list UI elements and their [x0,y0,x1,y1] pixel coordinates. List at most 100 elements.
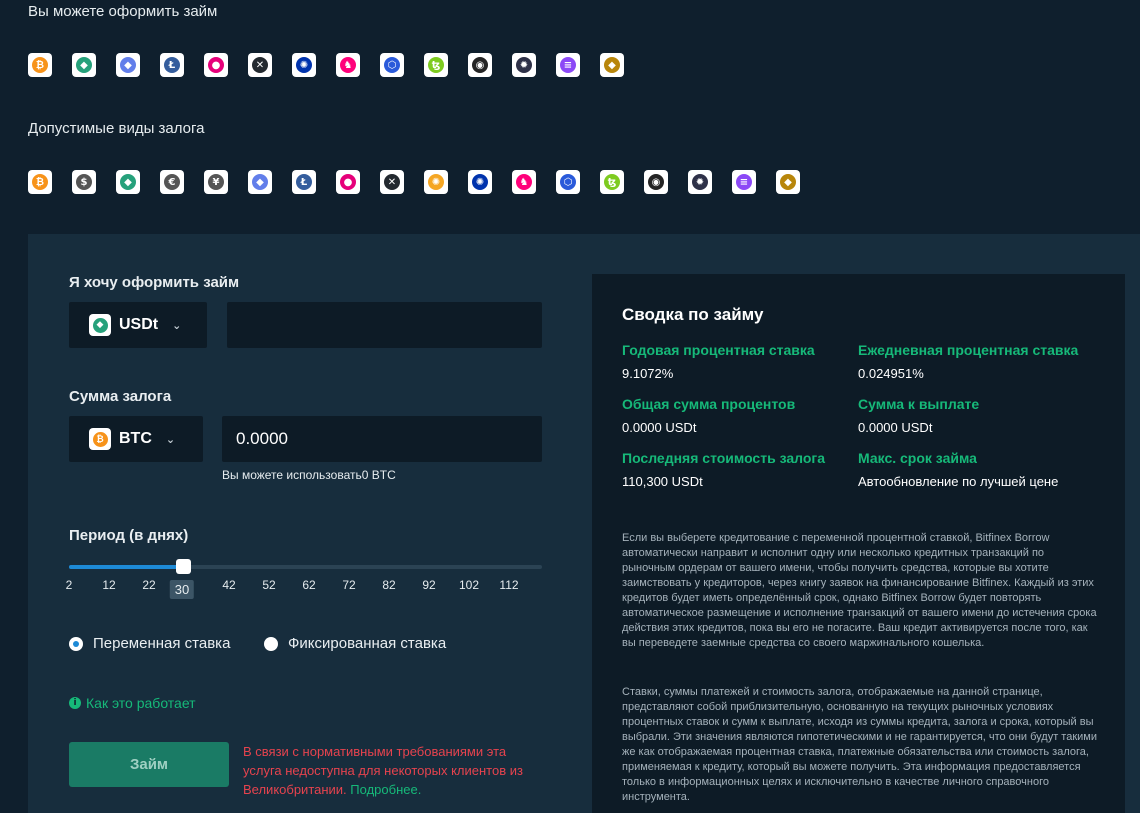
chainlink-icon-glyph: ⬡ [384,57,400,73]
variable-rate-disclaimer: Если вы выберете кредитование с переменн… [622,532,1097,649]
total-interest-value: 0.0000 USDt [622,420,697,435]
period-slider-thumb[interactable] [175,559,191,574]
xrp-icon: ✕ [380,170,404,194]
max-term-value: Автообновление по лучшей цене [858,474,1059,489]
uniswap-icon-glyph: ♞ [340,57,356,73]
ethereum-icon: ◆ [116,53,140,77]
period-tick[interactable]: 112 [499,578,518,592]
collateral-title: Допустимые виды залога [28,120,205,137]
estimates-disclaimer: Ставки, суммы платежей и стоимость залог… [622,686,1097,803]
period-tick[interactable]: 52 [262,578,275,592]
total-interest-label: Общая сумма процентов [622,396,796,412]
tezos-icon-glyph: ꜩ [604,174,620,190]
daily-rate-label: Ежедневная процентная ставка [858,342,1079,358]
iota-icon: ◉ [644,170,668,194]
litecoin-icon-glyph: Ł [296,174,312,190]
chainlink-icon-glyph: ⬡ [560,174,576,190]
bitcoin-icon: ₿ [28,53,52,77]
collateral-currency-value: BTC [119,430,152,447]
solana-icon: ≡ [732,170,756,194]
period-tick[interactable]: 82 [382,578,395,592]
rate-fixed-radio[interactable]: Фиксированная ставка [264,635,446,652]
litecoin-icon: Ł [160,53,184,77]
polkadot-icon-glyph: ● [340,174,356,190]
max-term-label: Макс. срок займа [858,450,977,466]
period-tick[interactable]: 92 [422,578,435,592]
how-it-works-link[interactable]: i Как это работает [69,695,196,711]
period-label: Период (в днях) [69,527,189,544]
radio-unselected-icon [264,636,278,651]
solana-icon-glyph: ≡ [736,174,752,190]
xaut-icon: ◆ [600,53,624,77]
tether-icon: ◆ [89,314,111,336]
bitcoin-icon-glyph: ₿ [32,174,48,190]
loanable-title: Вы можете оформить займ [28,3,218,20]
collateral-currency-select[interactable]: ₿ BTC ⌄ [69,416,203,462]
chevron-down-icon: ⌄ [172,318,182,332]
xrp-icon-glyph: ✕ [252,57,268,73]
tether-icon: ◆ [116,170,140,194]
collateral-label: Сумма залога [69,388,172,405]
cardano-icon-glyph: ✺ [472,174,488,190]
period-tick[interactable]: 12 [102,578,115,592]
yen-icon-glyph: ¥ [208,174,224,190]
bitcoin-icon: ₿ [89,428,111,450]
collateral-coins: ₿ $ ◆ € ¥ ◆ Ł ● ✕ ✺ ✺ ♞ ⬡ ꜩ ◉ ✹ ≡ ◆ [28,170,800,194]
period-tick[interactable]: 30 [169,580,195,599]
loan-currency-select[interactable]: ◆ USDt ⌄ [69,302,207,348]
tether-icon-glyph: ◆ [76,57,92,73]
polkadot-icon: ● [336,170,360,194]
litecoin-icon: Ł [292,170,316,194]
dollar-icon: $ [72,170,96,194]
tether-icon: ◆ [72,53,96,77]
uniswap-icon: ♞ [512,170,536,194]
uniswap-icon: ♞ [336,53,360,77]
solana-icon: ≡ [556,53,580,77]
cardano-icon: ✺ [292,53,316,77]
loan-button[interactable]: Займ [69,742,229,787]
available-hint: Вы можете использовать0 BTC [222,468,396,482]
uk-warning: В связи с нормативными требованиями эта … [243,742,543,799]
how-it-works-label: Как это работает [86,695,196,711]
period-tick[interactable]: 72 [342,578,355,592]
chainlink-icon: ⬡ [380,53,404,77]
xrp-icon-glyph: ✕ [384,174,400,190]
xaut-icon-glyph: ◆ [780,174,796,190]
uniswap-icon-glyph: ♞ [516,174,532,190]
dollar-icon-glyph: $ [76,174,92,190]
loan-amount-input[interactable] [227,302,542,348]
polkadot-icon: ● [204,53,228,77]
collateral-value-label: Последняя стоимость залога [622,450,826,466]
collateral-amount-input[interactable]: 0.0000 [222,416,542,462]
period-tick[interactable]: 2 [66,578,73,592]
rate-variable-radio[interactable]: Переменная ставка [69,635,230,652]
period-slider[interactable] [69,559,542,574]
yen-icon: ¥ [204,170,228,194]
info-icon: i [69,697,81,709]
euro-icon-glyph: € [164,174,180,190]
cosmos-icon-glyph: ✹ [516,57,532,73]
payout-value: 0.0000 USDt [858,420,933,435]
xaut-icon-glyph: ◆ [604,57,620,73]
iota-icon-glyph: ◉ [472,57,488,73]
period-slider-fill [69,565,183,569]
period-tick[interactable]: 62 [302,578,315,592]
loan-summary: Сводка по займу Годовая процентная ставк… [592,274,1125,813]
solana-icon-glyph: ≡ [560,57,576,73]
period-tick[interactable]: 22 [142,578,155,592]
cosmos-icon-glyph: ✹ [692,174,708,190]
cardano-icon: ✺ [468,170,492,194]
polkadot-icon-glyph: ● [208,57,224,73]
annual-rate-label: Годовая процентная ставка [622,342,815,358]
more-link[interactable]: Подробнее. [350,782,421,797]
period-tick[interactable]: 102 [459,578,479,592]
litecoin-icon-glyph: Ł [164,57,180,73]
chainlink-icon: ⬡ [556,170,580,194]
ethereum-icon-glyph: ◆ [252,174,268,190]
period-tick[interactable]: 42 [222,578,235,592]
cosmos-icon: ✹ [688,170,712,194]
iota-icon: ◉ [468,53,492,77]
loan-label: Я хочу оформить займ [69,274,240,291]
payout-label: Сумма к выплате [858,396,980,412]
xrp-icon: ✕ [248,53,272,77]
